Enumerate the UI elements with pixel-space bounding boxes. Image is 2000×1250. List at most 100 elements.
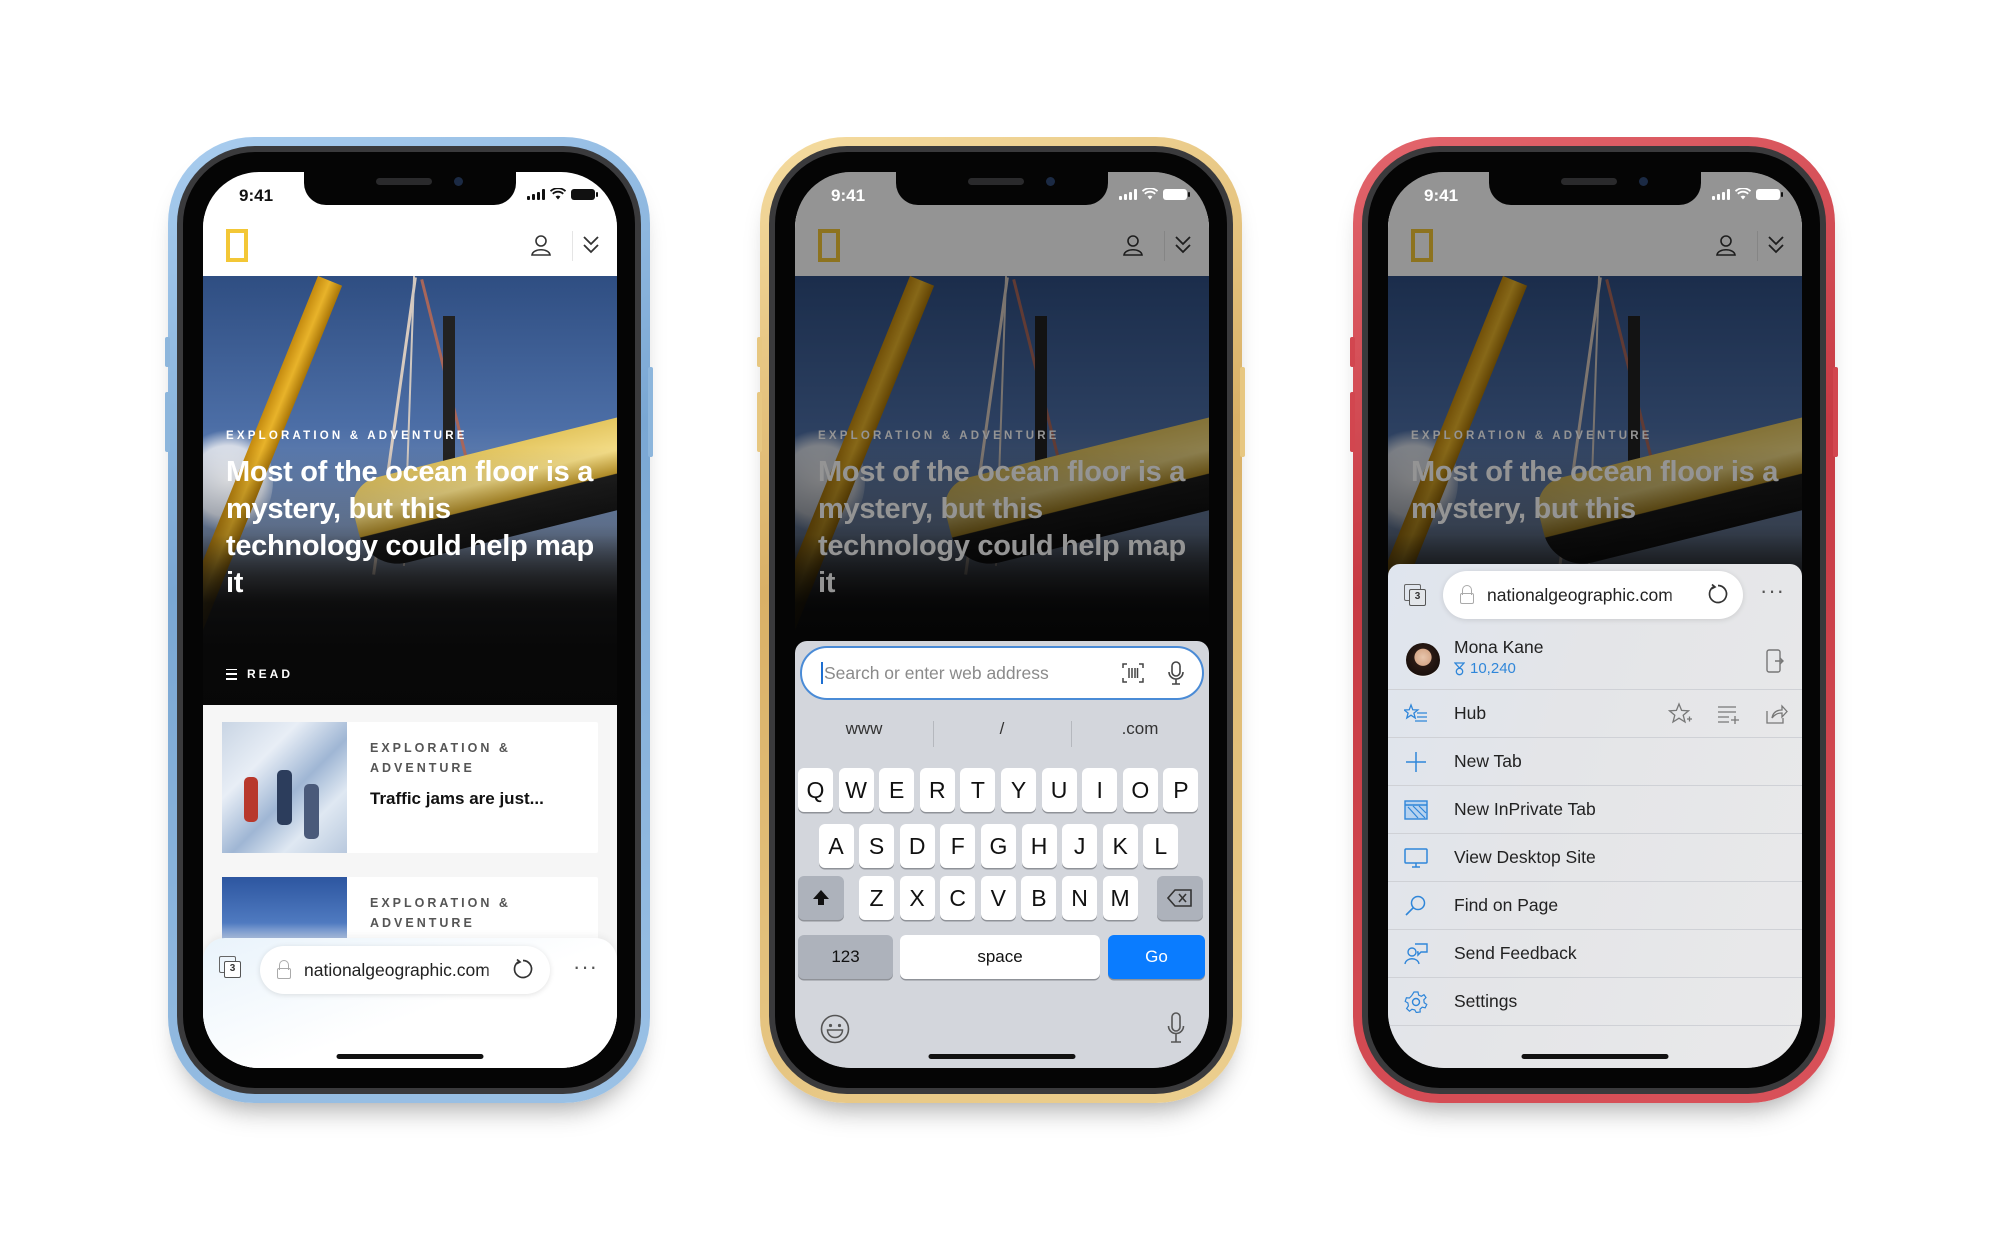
key-h[interactable]: H — [1021, 824, 1057, 868]
menu-item-view-desktop-site[interactable]: View Desktop Site — [1388, 834, 1802, 882]
hero-headline[interactable]: Most of the ocean floor is a mystery, bu… — [226, 454, 606, 602]
chevron-double-down-icon[interactable] — [581, 234, 601, 256]
menu-item-label: New InPrivate Tab — [1454, 799, 1596, 819]
reload-icon[interactable] — [1707, 583, 1729, 605]
key-x[interactable]: X — [899, 876, 935, 920]
signal-icon — [527, 188, 545, 200]
menu-item-send-feedback[interactable]: Send Feedback — [1388, 930, 1802, 978]
key-j[interactable]: J — [1062, 824, 1098, 868]
dictation-mic-icon[interactable] — [1167, 1012, 1185, 1044]
search-input[interactable]: Search or enter web address — [800, 646, 1204, 700]
suggestion-www[interactable]: www — [795, 719, 933, 739]
sign-out-icon[interactable] — [1766, 649, 1784, 673]
key-d[interactable]: D — [899, 824, 935, 868]
tabs-icon[interactable]: 3 — [1404, 584, 1426, 606]
gear-icon — [1404, 991, 1428, 1013]
key-y[interactable]: Y — [1001, 768, 1036, 812]
battery-icon — [571, 188, 598, 200]
suggestion-dotcom[interactable]: .com — [1071, 719, 1209, 739]
key-p[interactable]: P — [1163, 768, 1199, 812]
menu-item-hub[interactable]: Hub — [1388, 690, 1802, 738]
menu-item-new-tab[interactable]: New Tab — [1388, 738, 1802, 786]
go-key[interactable]: Go — [1108, 935, 1205, 979]
more-button[interactable]: ··· — [1760, 578, 1785, 604]
tabs-icon[interactable]: 3 — [219, 956, 241, 978]
key-z[interactable]: Z — [859, 876, 894, 920]
key-f[interactable]: F — [940, 824, 976, 868]
status-time: 9:41 — [239, 186, 274, 205]
user-icon[interactable] — [530, 234, 552, 256]
menu-item-settings[interactable]: Settings — [1388, 978, 1802, 1026]
reload-icon[interactable] — [512, 958, 534, 980]
add-reading-list-icon[interactable] — [1716, 702, 1740, 726]
key-i[interactable]: I — [1082, 768, 1118, 812]
key-v[interactable]: V — [980, 876, 1016, 920]
hub-icon — [1404, 703, 1427, 722]
microphone-icon[interactable] — [1168, 661, 1184, 685]
key-b[interactable]: B — [1021, 876, 1057, 920]
key-e[interactable]: E — [879, 768, 915, 812]
space-key[interactable]: space — [900, 935, 1100, 979]
national-geographic-logo[interactable] — [226, 229, 248, 262]
battery-icon — [1756, 188, 1783, 200]
key-a[interactable]: A — [818, 824, 854, 868]
key-g[interactable]: G — [980, 824, 1016, 868]
home-indicator[interactable] — [1521, 1054, 1669, 1059]
delete-key[interactable] — [1157, 876, 1203, 920]
wifi-icon — [1735, 188, 1751, 200]
article-kicker: EXPLORATION & ADVENTURE — [370, 741, 511, 775]
read-button[interactable]: READ — [226, 667, 293, 681]
url-text: nationalgeographic.com — [1487, 585, 1687, 606]
emoji-icon[interactable] — [820, 1014, 850, 1044]
tab-count: 3 — [1409, 589, 1426, 606]
add-favorite-icon[interactable] — [1668, 702, 1692, 726]
key-w[interactable]: W — [838, 768, 874, 812]
share-icon[interactable] — [1764, 702, 1788, 726]
search-placeholder: Search or enter web address — [824, 663, 1049, 683]
key-u[interactable]: U — [1041, 768, 1077, 812]
home-indicator[interactable] — [336, 1054, 484, 1059]
wifi-icon — [550, 188, 566, 200]
menu-item-label: Hub — [1454, 703, 1487, 723]
key-n[interactable]: N — [1062, 876, 1097, 920]
key-t[interactable]: T — [960, 768, 996, 812]
numbers-key[interactable]: 123 — [798, 935, 893, 979]
key-o[interactable]: O — [1122, 768, 1158, 812]
home-indicator[interactable] — [928, 1054, 1076, 1059]
search-icon — [1405, 895, 1426, 916]
article-kicker: EXPLORATION & ADVENTURE — [370, 896, 511, 930]
suggestion-slash[interactable]: / — [933, 719, 1071, 739]
barcode-scan-icon[interactable] — [1122, 663, 1144, 683]
key-l[interactable]: L — [1143, 824, 1179, 868]
menu-item-new-inprivate-tab[interactable]: New InPrivate Tab — [1388, 786, 1802, 834]
key-k[interactable]: K — [1102, 824, 1138, 868]
lock-icon — [1460, 585, 1474, 604]
avatar — [1406, 643, 1440, 677]
signal-icon — [1712, 188, 1730, 200]
phone-gold: 9:41 EXPLORATION & ADVENTURE Most of the… — [757, 137, 1245, 1103]
key-s[interactable]: S — [859, 824, 895, 868]
battery-icon — [1163, 188, 1190, 200]
hero-kicker: EXPLORATION & ADVENTURE — [226, 430, 468, 442]
key-m[interactable]: M — [1102, 876, 1138, 920]
key-c[interactable]: C — [940, 876, 976, 920]
address-bar[interactable]: nationalgeographic.com — [1443, 571, 1743, 619]
address-bar[interactable]: nationalgeographic.com — [260, 946, 550, 994]
article-title[interactable]: Traffic jams are just... — [370, 789, 544, 809]
hero-article[interactable]: EXPLORATION & ADVENTURE Most of the ocea… — [203, 276, 617, 705]
menu-item-label: Settings — [1454, 991, 1518, 1011]
plus-icon — [1406, 752, 1426, 772]
article-card[interactable]: EXPLORATION & ADVENTURE Traffic jams are… — [222, 722, 598, 853]
suggestion-bar: www / .com — [795, 707, 1209, 757]
browser-toolbar: 3 nationalgeographic.com ··· — [203, 938, 617, 1068]
shift-key[interactable] — [798, 876, 844, 920]
profile-row[interactable]: Mona Kane 10,240 — [1388, 630, 1802, 690]
more-button[interactable]: ··· — [573, 954, 598, 980]
key-q[interactable]: Q — [798, 768, 833, 812]
shift-icon — [813, 890, 829, 905]
rewards-points[interactable]: 10,240 — [1454, 660, 1516, 677]
key-r[interactable]: R — [919, 768, 955, 812]
read-label: READ — [247, 667, 294, 681]
phone-red: 9:41 EXPLORATION & ADVENTURE Most of the… — [1350, 137, 1838, 1103]
menu-item-find-on-page[interactable]: Find on Page — [1388, 882, 1802, 930]
